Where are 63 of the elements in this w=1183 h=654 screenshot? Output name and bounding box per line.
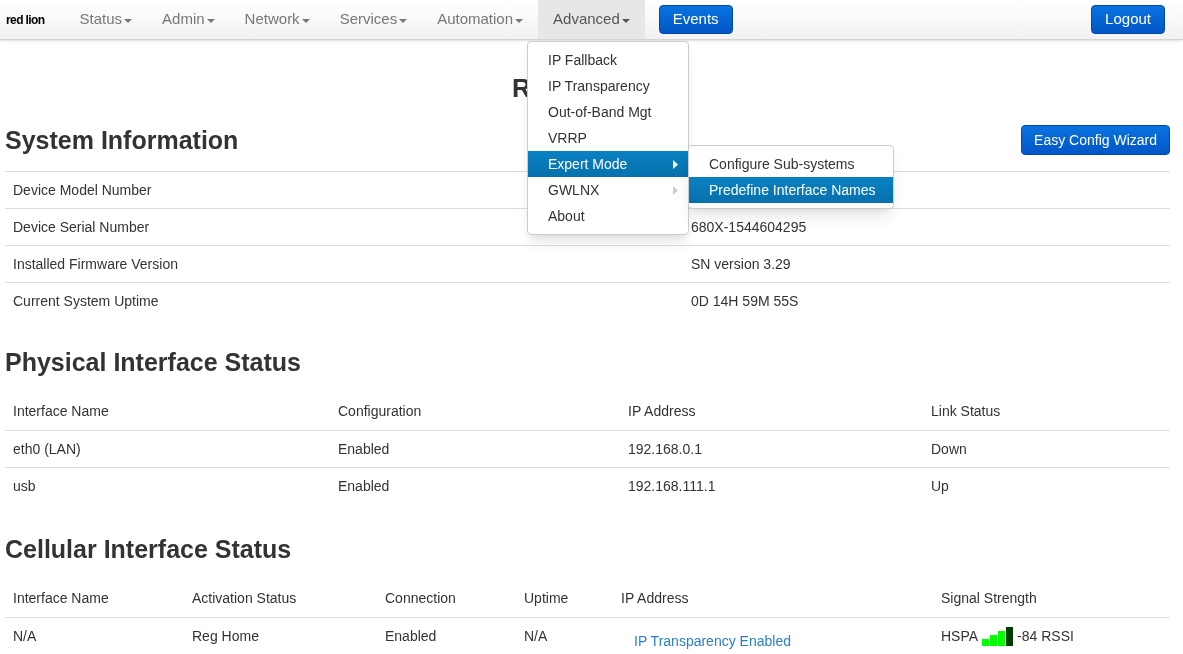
table-cell: 192.168.111.1 [628,477,716,494]
menu-item[interactable]: Configure Sub-systems [689,151,893,177]
table-cell: Installed Firmware Version [13,255,178,272]
submenu-arrow-icon [673,159,678,169]
table-cell: N/A [524,627,548,644]
nav-menu[interactable]: Services [324,0,423,39]
table-cell: usb [13,477,36,494]
logo[interactable]: red lion [6,10,45,29]
table-cell: Enabled [338,440,390,457]
menu-item[interactable]: IP Transparency [528,73,688,99]
section-heading: System Information [5,127,239,153]
table-cell: Up [931,477,949,494]
column-header: Configuration [338,403,422,419]
menu-item[interactable]: About [528,203,688,229]
caret-icon [301,18,310,23]
caret-icon [621,18,630,23]
table-cell: Device Serial Number [13,218,150,235]
menu-item[interactable]: IP Fallback [528,47,688,73]
column-header: Connection [385,590,456,606]
events-button[interactable]: Events [658,5,733,34]
nav-menu[interactable]: Advanced [538,0,645,39]
menu-item[interactable]: Expert Mode [528,151,688,177]
logout-button[interactable]: Logout [1091,5,1165,34]
signal-strength-icon [982,626,1014,646]
caret-icon [399,18,408,23]
signal-reading: -84 RSSI [1017,626,1074,646]
column-header: Interface Name [13,590,109,606]
column-header: Interface Name [13,403,109,419]
section-heading: Cellular Interface Status [5,537,293,562]
menu-item[interactable]: Predefine Interface Names [689,177,893,203]
table-cell: Reg Home [192,627,259,644]
table-cell: eth0 (LAN) [13,440,81,457]
table-cell-text: 0D 14H 59M 55S [691,291,799,311]
table-cell-text: 680X-1544604295 [691,217,807,237]
nav-menu[interactable]: Network [229,0,325,39]
table-cell: 192.168.0.1 [628,440,702,457]
table-cell: Enabled [385,627,437,644]
menu-item[interactable]: VRRP [528,125,688,151]
easy-config-wizard-button[interactable]: Easy Config Wizard [1021,125,1170,155]
column-header: IP Address [628,403,696,419]
section-heading: Physical Interface Status [5,350,302,375]
column-header: IP Address [621,590,689,606]
table-cell: Current System Uptime [13,292,159,309]
signal-type: HSPA [941,626,979,646]
table-cell-text: SN version 3.29 [691,254,791,274]
caret-icon [206,18,215,23]
column-header: Link Status [931,403,1001,419]
menu-item[interactable]: GWLNX [528,177,688,203]
nav-menu[interactable]: Admin [147,0,230,39]
table-cell: Down [931,440,967,457]
column-header: Uptime [524,590,569,606]
ip-transparency-link[interactable]: IP Transparency Enabled [634,632,791,649]
nav-menu[interactable]: Status [64,0,148,39]
column-header: Activation Status [192,590,297,606]
caret-icon [124,18,133,23]
table-cell: Enabled [338,477,390,494]
submenu-arrow-icon [673,185,678,195]
menu-item[interactable]: Out-of-Band Mgt [528,99,688,125]
column-header: Signal Strength [941,590,1037,606]
table-cell: Device Model Number [13,181,152,198]
caret-icon [515,18,524,23]
nav-menu[interactable]: Automation [422,0,539,39]
table-cell: N/A [13,627,37,644]
